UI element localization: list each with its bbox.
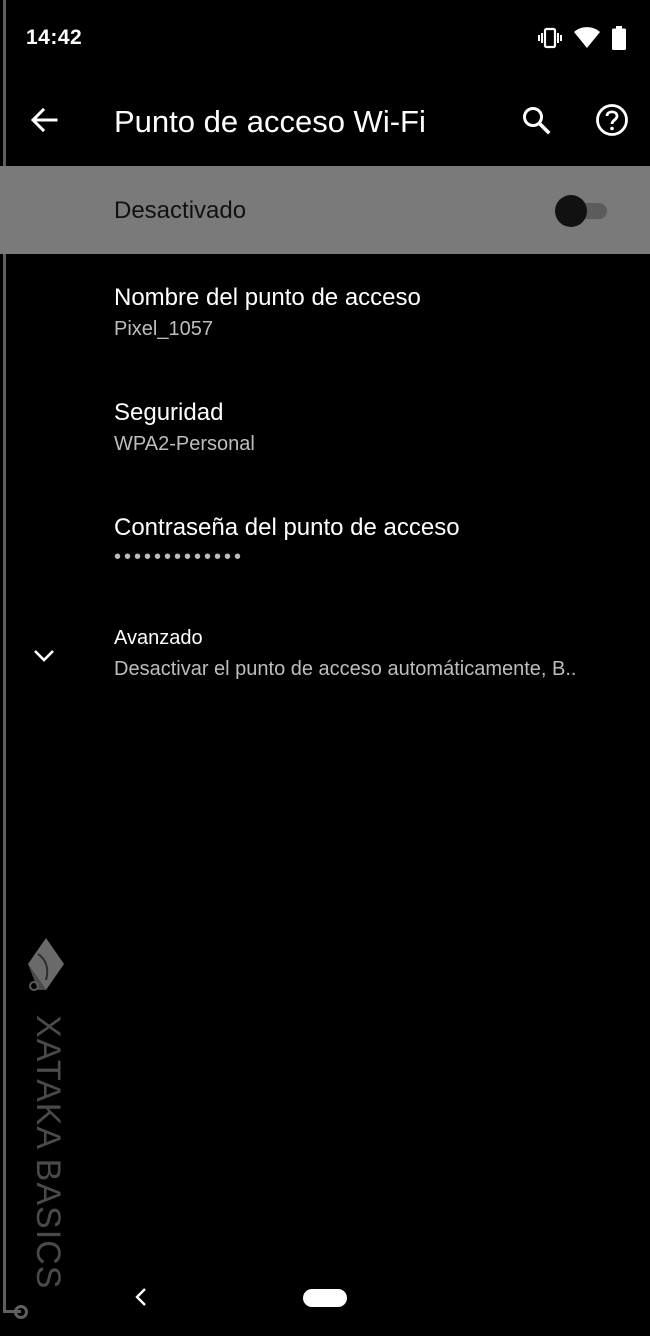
pref-title: Nombre del punto de acceso bbox=[114, 284, 421, 311]
battery-icon bbox=[612, 26, 626, 50]
wifi-icon bbox=[574, 27, 600, 49]
status-bar: 14:42 bbox=[0, 0, 650, 80]
nav-back-button[interactable] bbox=[126, 1284, 156, 1314]
toggle-thumb bbox=[555, 195, 587, 227]
pref-title: Seguridad bbox=[114, 399, 224, 426]
pref-summary: Pixel_1057 bbox=[114, 318, 213, 340]
pref-title: Avanzado bbox=[114, 627, 203, 649]
status-icons bbox=[538, 26, 626, 50]
status-time: 14:42 bbox=[26, 26, 83, 49]
back-arrow-icon bbox=[30, 107, 58, 137]
pref-summary: ••••••••••••• bbox=[114, 546, 245, 568]
pref-hotspot-name[interactable]: Nombre del punto de acceso Pixel_1057 bbox=[0, 270, 650, 380]
help-button[interactable] bbox=[590, 100, 634, 144]
back-button[interactable] bbox=[22, 100, 66, 144]
search-icon bbox=[521, 105, 551, 140]
pref-title: Contraseña del punto de acceso bbox=[114, 514, 460, 541]
pref-security[interactable]: Seguridad WPA2-Personal bbox=[0, 385, 650, 495]
nav-back-icon bbox=[134, 1287, 148, 1312]
help-icon bbox=[595, 103, 629, 142]
master-switch-label: Desactivado bbox=[114, 197, 247, 224]
hotspot-toggle[interactable] bbox=[555, 194, 609, 227]
pref-summary: WPA2-Personal bbox=[114, 433, 255, 455]
pref-hotspot-password[interactable]: Contraseña del punto de acceso •••••••••… bbox=[0, 500, 650, 610]
page-title: Punto de acceso Wi-Fi bbox=[114, 104, 426, 139]
vibrate-icon bbox=[538, 27, 562, 49]
watermark-text: XATAKA BASICS bbox=[29, 1015, 67, 1290]
chevron-down-icon bbox=[30, 641, 58, 669]
watermark-logo-icon bbox=[24, 936, 68, 996]
pref-advanced[interactable]: Avanzado Desactivar el punto de acceso a… bbox=[0, 615, 650, 705]
app-bar: Punto de acceso Wi-Fi bbox=[0, 80, 650, 166]
screen: 14:42 Punto de acceso Wi-Fi Desactivado … bbox=[0, 0, 650, 1336]
pref-summary: Desactivar el punto de acceso automática… bbox=[114, 658, 577, 680]
watermark-circle bbox=[14, 1305, 28, 1319]
home-pill[interactable] bbox=[303, 1289, 347, 1307]
search-button[interactable] bbox=[514, 100, 558, 144]
hotspot-master-switch-bar[interactable]: Desactivado bbox=[0, 166, 650, 254]
